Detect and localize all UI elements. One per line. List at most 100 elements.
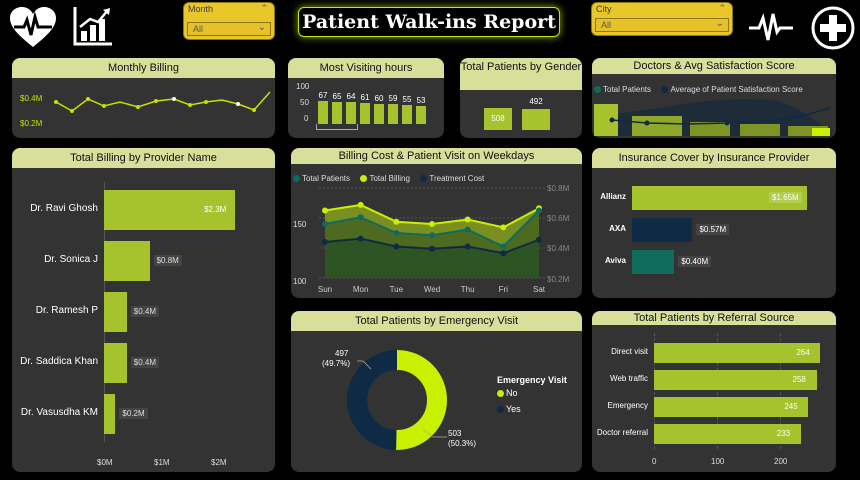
hour-bar[interactable]	[332, 101, 342, 124]
gender-card: Total Patients by Gender 508 492	[460, 58, 582, 138]
horizontal-scrollbar[interactable]	[316, 124, 358, 130]
month-slicer[interactable]: Month ⌃ All ⌄	[183, 2, 275, 40]
gender-bar-label: 508	[491, 114, 505, 123]
x-tick: $1M	[154, 458, 170, 467]
gender-bars: 508 492	[484, 94, 564, 130]
hour-bar[interactable]	[388, 103, 398, 124]
x-tick: Sat	[533, 285, 546, 294]
insurance-chart: Allianz $1.65M AXA $0.57M Aviva $0.40M	[592, 182, 836, 282]
doctors-satisfaction-title: Doctors & Avg Satisfaction Score	[592, 58, 836, 74]
referral-card: Total Patients by Referral Source Direct…	[592, 311, 836, 472]
patients-line-point[interactable]	[464, 226, 471, 233]
provider-bar[interactable]	[104, 394, 116, 434]
hour-bar-label: 64	[346, 92, 356, 102]
city-slicer-label: City	[596, 4, 612, 14]
y-tick: 100	[296, 82, 310, 91]
referral-bar-value: 245	[784, 402, 798, 411]
x-tick: 100	[711, 457, 725, 466]
billing-line-point[interactable]	[500, 224, 507, 231]
donut-label-yes-value: 497	[335, 349, 349, 358]
treatment-line-point[interactable]	[322, 239, 328, 245]
doctors-satisfaction-chart	[594, 99, 832, 136]
chevron-down-icon[interactable]: ⌄	[716, 18, 724, 29]
patients-line-point[interactable]	[429, 232, 435, 239]
y-tick: 0	[304, 114, 309, 123]
billing-line-point[interactable]	[322, 207, 328, 214]
billing-line-point[interactable]	[429, 221, 435, 227]
referral-title: Total Patients by Referral Source	[592, 311, 836, 325]
x-tick: Thu	[461, 285, 475, 294]
chevron-up-icon[interactable]: ⌃	[260, 3, 268, 14]
donut-label-no-value: 503	[448, 429, 462, 438]
provider-name: Dr. Saddica Khan	[20, 356, 98, 367]
insurer-name: AXA	[609, 224, 626, 233]
referral-chart: Direct visit 264 Web traffic 258 Emergency 24…	[592, 333, 836, 453]
city-dropdown[interactable]: All ⌄	[595, 18, 729, 32]
insurance-bar[interactable]	[632, 218, 693, 242]
city-dropdown-value: All	[601, 20, 612, 30]
gender-title: Total Patients by Gender	[460, 58, 582, 90]
billing-line-point[interactable]	[393, 218, 400, 225]
treatment-line-point[interactable]	[357, 235, 364, 242]
donut-slice-yes[interactable]	[347, 350, 398, 450]
insurance-bar-value: $0.57M	[696, 224, 730, 235]
x-tick: Fri	[499, 285, 509, 294]
provider-bar[interactable]	[104, 241, 150, 281]
provider-bar-value: $2.3M	[204, 205, 227, 214]
provider-billing-chart: Dr. Ravi Ghosh $2.3M Dr. Sonica J $0.8M Dr. …	[12, 172, 275, 447]
hour-bar[interactable]	[360, 103, 370, 124]
visiting-hours-card: Most Visiting hours 100 50 0 67 65 64 61 60 5…	[288, 58, 444, 138]
treatment-line-point[interactable]	[429, 245, 435, 252]
x-tick: Wed	[424, 285, 440, 294]
visiting-hours-bars: 67 65 64 61 60 59 55 53	[318, 80, 440, 124]
hour-bar-label: 60	[374, 93, 384, 103]
billing-line-point[interactable]	[357, 201, 364, 208]
gender-bar[interactable]	[522, 108, 550, 130]
provider-bar[interactable]	[104, 343, 127, 383]
donut-slice-no[interactable]	[395, 350, 447, 450]
provider-bar[interactable]	[104, 292, 127, 332]
x-tick: $0M	[97, 458, 113, 467]
plus-circle-icon	[810, 5, 856, 51]
treatment-line-point[interactable]	[464, 243, 471, 250]
city-slicer[interactable]: City ⌃ All ⌄	[591, 2, 733, 36]
insurance-bar[interactable]	[632, 250, 675, 274]
doctors-satisfaction-card: Doctors & Avg Satisfaction Score Total P…	[592, 58, 836, 138]
patients-line-point[interactable]	[393, 230, 400, 236]
emergency-legend-title: Emergency Visit	[497, 375, 567, 385]
insurance-bar-value: $1.65M	[769, 192, 802, 203]
weekday-chart: Sun Mon Tue Wed Thu Fri Sat	[318, 187, 547, 294]
patients-line-point[interactable]	[322, 221, 328, 227]
page-title: Patient Walk-ins Report	[298, 7, 560, 37]
x-tick: Tue	[390, 285, 404, 294]
y-tick: 50	[300, 98, 309, 107]
hour-bar[interactable]	[374, 103, 384, 124]
donut-label-yes-pct: (49.7%)	[322, 359, 351, 368]
treatment-line-point[interactable]	[500, 250, 507, 257]
insurance-card: Insurance Cover by Insurance Provider Al…	[592, 148, 836, 298]
x-tick: Sun	[318, 285, 332, 294]
emergency-legend: Emergency Visit No Yes	[497, 375, 567, 414]
treatment-line-point[interactable]	[536, 236, 542, 243]
provider-bar-value: $0.4M	[130, 306, 160, 317]
chevron-up-icon[interactable]: ⌃	[718, 3, 726, 14]
chevron-down-icon[interactable]: ⌄	[258, 22, 266, 33]
hour-bar[interactable]	[346, 102, 356, 124]
hour-bar[interactable]	[318, 101, 328, 124]
hour-bar[interactable]	[416, 105, 426, 124]
pulse-line-icon	[748, 10, 794, 44]
patients-line-point[interactable]	[357, 214, 364, 221]
provider-name: Dr. Vasusdha KM	[20, 407, 98, 418]
monthly-billing-title: Monthly Billing	[12, 58, 275, 78]
hour-bar[interactable]	[402, 105, 412, 124]
hour-bar-label: 53	[416, 95, 426, 105]
month-dropdown[interactable]: All ⌄	[187, 22, 271, 36]
patients-line-point[interactable]	[500, 243, 507, 250]
provider-bar-value: $0.2M	[119, 408, 148, 419]
provider-bar-value: $0.4M	[130, 357, 160, 368]
insurer-name: Aviva	[604, 256, 626, 265]
patients-line-point[interactable]	[536, 207, 542, 214]
billing-line-point[interactable]	[464, 216, 471, 223]
referral-bar-value: 233	[776, 429, 791, 438]
treatment-line-point[interactable]	[393, 243, 400, 250]
